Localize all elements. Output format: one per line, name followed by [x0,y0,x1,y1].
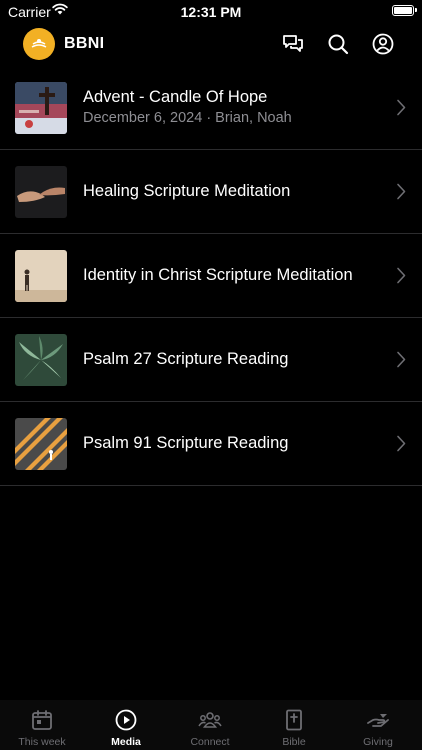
list-item[interactable]: Psalm 27 Scripture Reading [0,318,422,402]
item-title: Healing Scripture Meditation [83,182,291,200]
tab-label: Giving [363,736,393,748]
calendar-icon [32,710,52,730]
play-icon [115,709,137,731]
item-title: Psalm 91 Scripture Reading [83,434,289,452]
item-subtitle: December 6, 2024 · Brian, Noah [83,110,292,126]
tab-giving[interactable]: Giving [336,700,420,750]
item-thumbnail [15,418,67,470]
account-icon[interactable] [371,32,395,56]
chevron-right-icon [397,435,406,452]
chevron-right-icon [397,351,406,368]
chat-icon[interactable] [281,32,305,56]
tab-label: Bible [282,736,306,748]
item-title: Identity in Christ Scripture Meditation [83,266,353,284]
item-thumbnail [15,82,67,134]
item-title: Psalm 27 Scripture Reading [83,350,289,368]
app-logo [23,28,55,60]
media-list: Advent - Candle Of Hope December 6, 2024… [0,66,422,486]
search-icon[interactable] [326,32,350,56]
tab-connect[interactable]: Connect [168,700,252,750]
chevron-right-icon [397,267,406,284]
item-title: Advent - Candle Of Hope [83,88,268,106]
chevron-right-icon [397,183,406,200]
giving-hand-icon [367,714,389,727]
tab-bar: This week Media Connect Bible Giving [0,700,422,750]
status-time: 12:31 PM [180,4,242,20]
battery-icon [392,5,417,16]
app-title: BBNI [64,35,105,52]
list-item[interactable]: Identity in Christ Scripture Meditation [0,234,422,318]
tab-label: Connect [190,736,230,748]
people-icon [198,712,222,728]
tab-label: Media [111,736,141,748]
list-item[interactable]: Psalm 91 Scripture Reading [0,402,422,486]
item-thumbnail [15,250,67,302]
tab-this-week[interactable]: This week [0,700,84,750]
tab-bible[interactable]: Bible [252,700,336,750]
item-thumbnail [15,166,67,218]
app-header: BBNI [0,26,422,62]
bible-icon [286,709,302,731]
list-item[interactable]: Healing Scripture Meditation [0,150,422,234]
chevron-right-icon [397,99,406,116]
list-item[interactable]: Advent - Candle Of Hope December 6, 2024… [0,66,422,150]
status-bar: Carrier 12:31 PM [0,0,422,24]
item-thumbnail [15,334,67,386]
tab-media[interactable]: Media [84,700,168,750]
tab-label: This week [18,736,66,748]
